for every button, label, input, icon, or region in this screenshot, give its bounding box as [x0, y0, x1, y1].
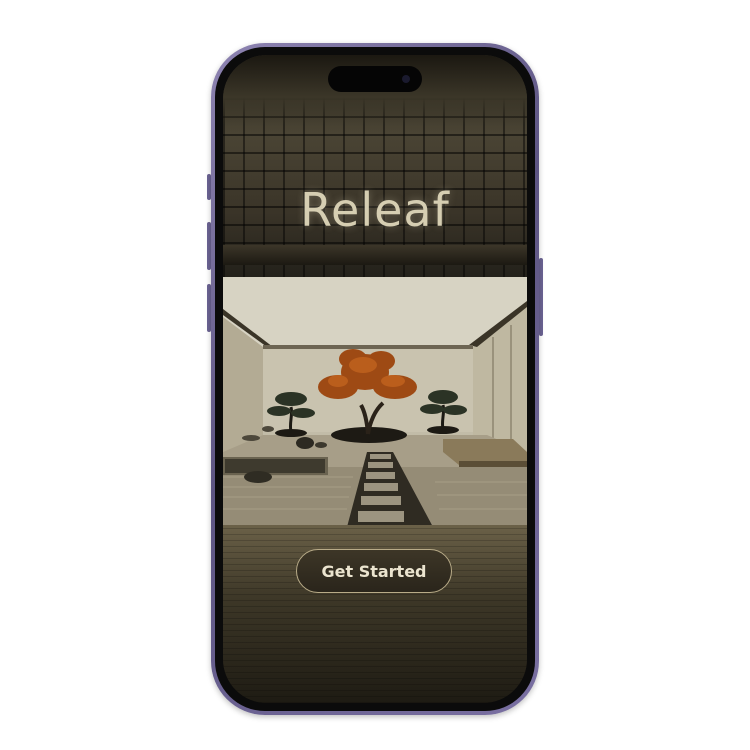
zen-garden-illustration [223, 277, 527, 527]
zen-garden-image [223, 277, 527, 527]
dynamic-island [328, 66, 422, 92]
camera-icon [402, 75, 410, 83]
device-mockup: Releaf Get Started [0, 0, 750, 750]
app-title: Releaf [300, 183, 450, 237]
get-started-button[interactable]: Get Started [296, 549, 452, 593]
welcome-screen: Releaf Get Started [223, 55, 527, 703]
power-button [539, 258, 543, 336]
ceiling-beam [223, 245, 527, 265]
